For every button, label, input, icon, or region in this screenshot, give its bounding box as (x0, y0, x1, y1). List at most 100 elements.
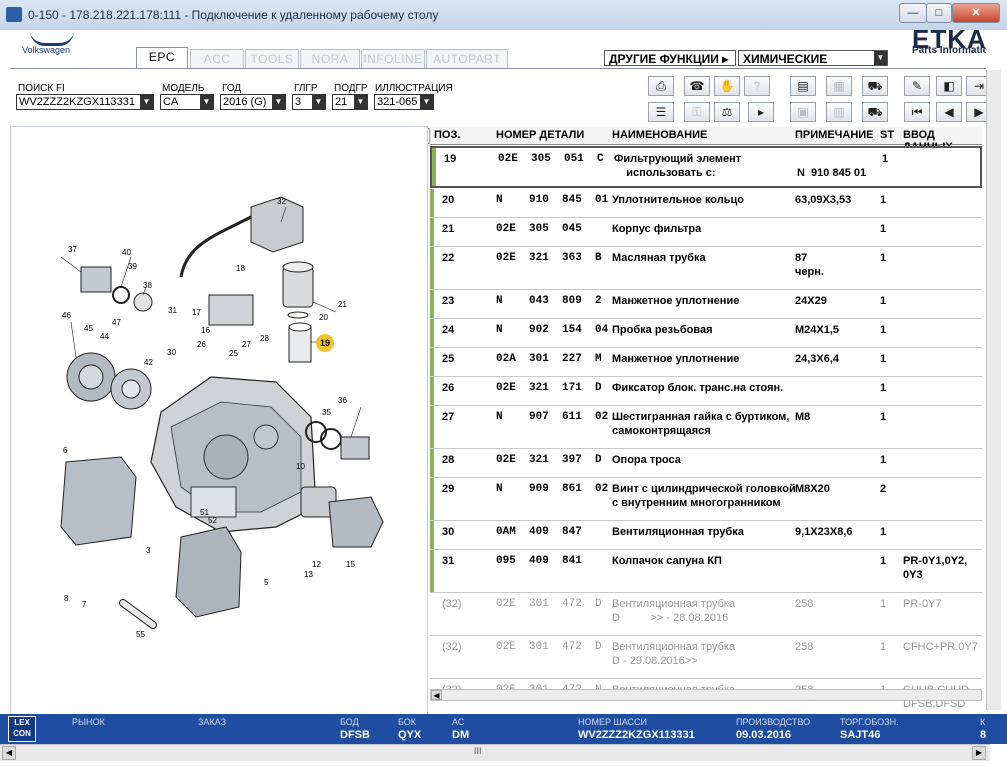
table-row[interactable]: 21 02E 305 045 Корпус фильтра 1 (430, 218, 982, 247)
prev-page-icon[interactable]: ◀ (936, 102, 962, 122)
callout-44[interactable]: 44 (100, 332, 109, 341)
illustration-select[interactable]: 321-065 ▼ (374, 94, 434, 110)
col-part-number[interactable]: НОМЕР ДЕТАЛИ (496, 129, 584, 141)
tab-infoline[interactable]: INFOLINE (361, 49, 425, 68)
chevron-down-icon[interactable]: ▼ (140, 95, 153, 109)
callout-7[interactable]: 7 (82, 600, 86, 609)
elsa-icon[interactable]: ▤ (790, 76, 816, 96)
table-row[interactable]: 30 0AM 409 847 Вентиляционная трубка 9,1X23… (430, 521, 982, 550)
model-select[interactable]: CA ▼ (160, 94, 214, 110)
help-icon[interactable]: ? (744, 76, 770, 96)
callout-36[interactable]: 36 (338, 396, 347, 405)
key-icon[interactable]: ⚿ (684, 102, 710, 122)
callout-13[interactable]: 13 (304, 570, 313, 579)
subgroup-select[interactable]: 21 ▼ (332, 94, 368, 110)
callout-25[interactable]: 25 (229, 349, 238, 358)
tab-acc[interactable]: ACC (190, 49, 244, 68)
callout-12[interactable]: 12 (312, 560, 321, 569)
callout-45[interactable]: 45 (84, 324, 93, 333)
table-row[interactable]: 22 02E 321 363 B Масляная трубка 87 1 черн. (430, 247, 982, 290)
callout-8[interactable]: 8 (64, 594, 68, 603)
callout-16[interactable]: 16 (201, 326, 210, 335)
callout-5[interactable]: 5 (264, 578, 268, 587)
window-horizontal-scrollbar[interactable]: ◀ III ▶ (0, 744, 990, 761)
callout-46[interactable]: 46 (62, 311, 71, 320)
chevron-down-icon[interactable]: ▼ (312, 95, 325, 109)
callout-19-selected[interactable]: 19 (316, 334, 334, 352)
cart-icon[interactable]: ⛟ (862, 102, 888, 122)
callout-18[interactable]: 18 (236, 264, 245, 273)
balance-icon[interactable]: ⚖ (714, 102, 740, 122)
play-icon[interactable]: ▸ (748, 102, 774, 122)
close-button[interactable]: ✕ (952, 3, 1000, 23)
table-row[interactable]: 28 02E 321 397 D Опора троса 1 (430, 449, 982, 478)
print-icon[interactable]: ⎙ (648, 76, 674, 96)
callout-38[interactable]: 38 (143, 281, 152, 290)
tab-autopart[interactable]: AUTOPART (426, 49, 508, 68)
callout-47[interactable]: 47 (112, 318, 121, 327)
vertical-scrollbar[interactable] (986, 70, 1001, 710)
scroll-left-icon[interactable]: ◀ (431, 690, 442, 700)
tab-tools[interactable]: TOOLS (245, 49, 299, 68)
maximize-button[interactable]: □ (926, 3, 952, 23)
callout-30[interactable]: 30 (167, 348, 176, 357)
col-pos[interactable]: ПОЗ. (434, 129, 460, 141)
table-row[interactable]: 25 02A 301 227 M Манжетное уплотнение 24,3X… (430, 348, 982, 377)
callout-29[interactable]: 28 (260, 334, 269, 343)
callout-27[interactable]: 27 (242, 340, 251, 349)
table-row[interactable]: 19 02E 305 051 C Фильтрующий элемент 1 испо… (430, 146, 982, 188)
cart-add-icon[interactable]: ⛟ (862, 76, 888, 96)
callout-3[interactable]: 3 (146, 546, 150, 555)
callout-35[interactable]: 35 (322, 408, 331, 417)
col-st[interactable]: ST (880, 129, 894, 141)
callout-39[interactable]: 39 (128, 262, 137, 271)
minimize-button[interactable]: — (899, 3, 927, 23)
handshake-icon[interactable]: ✋ (714, 76, 740, 96)
transmission-diagram[interactable] (11, 127, 427, 717)
callout-17[interactable]: 17 (192, 308, 201, 317)
main-group-select[interactable]: 3 ▼ (292, 94, 326, 110)
callout-20[interactable]: 20 (319, 313, 328, 322)
table-row[interactable]: (32) 02E 301 472 D Вентиляционная трубка 25… (430, 636, 982, 679)
col-name[interactable]: НАИМЕНОВАНИЕ (612, 129, 707, 141)
parts-horizontal-scrollbar[interactable]: ◀ (430, 689, 982, 701)
table-row[interactable]: 31 095 409 841 Колпачок сапуна КП 1 PR-0Y1,0… (430, 550, 982, 593)
callout-40[interactable]: 40 (122, 248, 131, 257)
callout-10[interactable]: 10 (296, 462, 305, 471)
callout-6[interactable]: 6 (63, 446, 67, 455)
table-row[interactable]: 23 N 043 809 2 Манжетное уплотнение 24X29 1 (430, 290, 982, 319)
contacts-icon[interactable]: ☎ (684, 76, 710, 96)
table-row[interactable]: (32) 02E 301 472 D Вентиляционная трубка 25… (430, 593, 982, 636)
chevron-down-icon[interactable]: ▼ (420, 95, 433, 109)
table-row[interactable]: 26 02E 321 171 D Фиксатор блок. транс.на с… (430, 377, 982, 406)
callout-52[interactable]: 52 (208, 516, 217, 525)
callout-42[interactable]: 42 (144, 358, 153, 367)
callout-26[interactable]: 26 (197, 340, 206, 349)
first-page-icon[interactable]: ⏮ (904, 102, 930, 122)
partner-icon[interactable]: ▣ (790, 102, 816, 122)
chemicals-select[interactable]: ХИМИЧЕСКИЕ ВЕЩЕС ▼ (738, 50, 888, 66)
callout-55[interactable]: 55 (136, 630, 145, 639)
year-select[interactable]: 2016 (G) ▼ (220, 94, 286, 110)
tab-nora[interactable]: NORA (300, 49, 360, 68)
col-note[interactable]: ПРИМЕЧАНИЕ (795, 129, 874, 141)
oemot-icon[interactable]: ▦ (826, 76, 852, 96)
scroll-right-icon[interactable]: ▶ (972, 746, 986, 760)
chevron-down-icon[interactable]: ▼ (354, 95, 367, 109)
callout-31[interactable]: 31 (168, 306, 177, 315)
table-row[interactable]: 27 N 907 611 02 Шестигранная гайка с бурти… (430, 406, 982, 449)
pin-icon[interactable]: ✎ (904, 76, 930, 96)
catalog-icon[interactable]: ▥ (826, 102, 852, 122)
chevron-down-icon[interactable]: ▼ (200, 95, 213, 109)
notes-icon[interactable]: ◧ (936, 76, 962, 96)
callout-15[interactable]: 15 (346, 560, 355, 569)
table-row[interactable]: 29 N 909 861 02 Винт с цилиндрической голо… (430, 478, 982, 521)
table-row[interactable]: 24 N 902 154 04 Пробка резьбовая M24X1,5 1 (430, 319, 982, 348)
chevron-down-icon[interactable]: ▼ (874, 51, 887, 65)
other-functions-button[interactable]: ДРУГИЕ ФУНКЦИИ ▸ (604, 50, 736, 66)
callout-32[interactable]: 32 (277, 197, 286, 206)
callout-21[interactable]: 21 (338, 300, 347, 309)
table-row[interactable]: 20 N 910 845 01 Уплотнительное кольцо 63,09… (430, 189, 982, 218)
list-icon[interactable]: ☰ (648, 102, 674, 122)
scroll-grip[interactable]: III (474, 746, 482, 756)
